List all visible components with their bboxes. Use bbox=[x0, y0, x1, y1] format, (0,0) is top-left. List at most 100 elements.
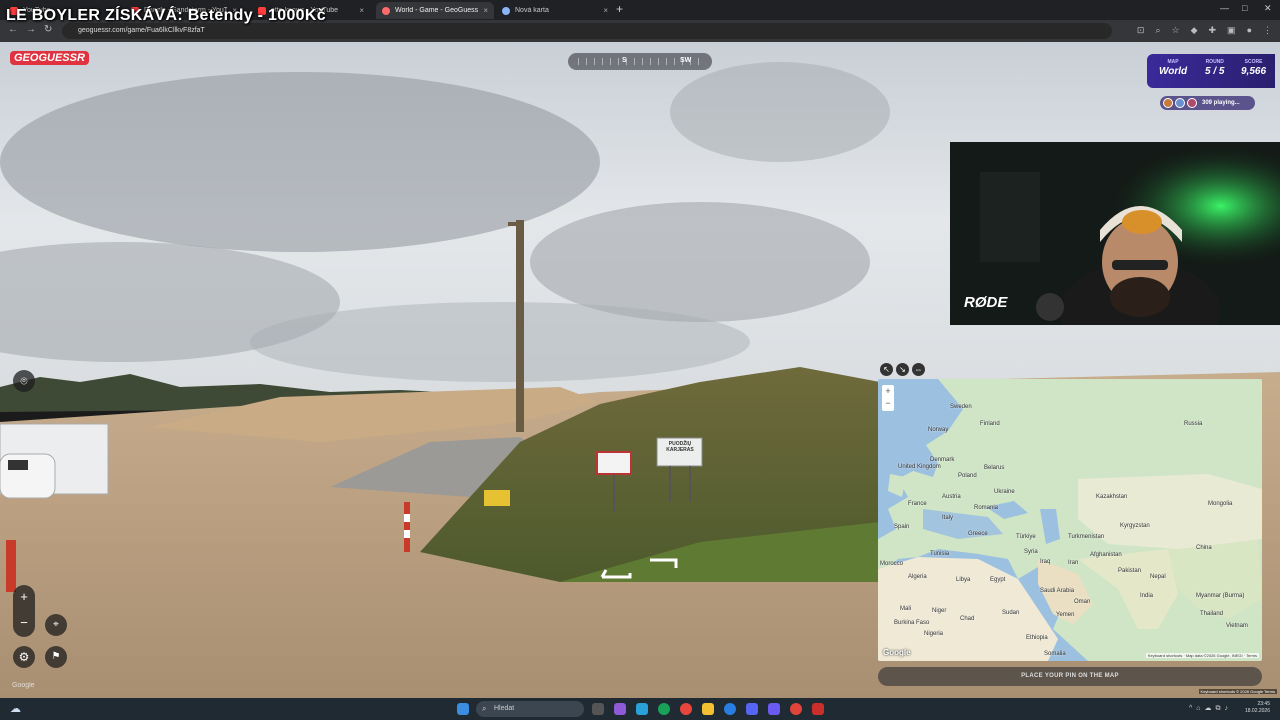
flag-icon[interactable]: ⚑ bbox=[45, 646, 67, 668]
bookmark-star-icon[interactable]: ☆ bbox=[1172, 25, 1180, 36]
app-icon[interactable] bbox=[768, 703, 780, 715]
map-country-label: India bbox=[1140, 593, 1154, 599]
minimize-icon[interactable]: — bbox=[1220, 3, 1229, 13]
round-status: ROUND 5 / 5 bbox=[1205, 59, 1224, 77]
players-online-text: 309 playing... bbox=[1202, 100, 1240, 106]
zoom-icon[interactable]: ⌕ bbox=[1155, 25, 1160, 36]
system-tray[interactable]: ^⌂☁⧉♪ bbox=[1189, 704, 1232, 713]
map-country-label: Ethiopia bbox=[1026, 635, 1048, 641]
map-country-label: Thailand bbox=[1200, 611, 1224, 617]
map-country-label: Spain bbox=[894, 524, 910, 530]
map-country-label: Italy bbox=[942, 515, 954, 521]
map-shrink-icon[interactable]: ↘ bbox=[896, 363, 909, 376]
checkpoint-pin-icon[interactable]: ⌖ bbox=[45, 614, 67, 636]
avatar bbox=[1175, 98, 1185, 108]
map-country-label: Algeria bbox=[908, 574, 927, 580]
chrome-icon[interactable] bbox=[680, 703, 692, 715]
map-expand-icon[interactable]: ↖ bbox=[880, 363, 893, 376]
rode-brand-label: RØDE bbox=[964, 294, 1008, 311]
score-status-value: 9,566 bbox=[1241, 66, 1267, 77]
map-country-label: Afghanistan bbox=[1090, 552, 1122, 558]
app-icon[interactable] bbox=[790, 703, 802, 715]
chrome-icon bbox=[502, 6, 510, 15]
menu-icon[interactable]: ⋮ bbox=[1263, 25, 1272, 36]
close-tab-icon[interactable]: × bbox=[483, 6, 488, 15]
players-online-badge[interactable]: 309 playing... bbox=[1160, 96, 1255, 110]
discord-icon[interactable] bbox=[746, 703, 758, 715]
game-status-panel: MAP World ROUND 5 / 5 SCORE 9,566 bbox=[1147, 54, 1275, 88]
map-country-label: Syria bbox=[1024, 549, 1038, 555]
guess-map[interactable]: + − Sweden Finland Russia Norway United King… bbox=[878, 379, 1262, 661]
task-view-icon[interactable] bbox=[592, 703, 604, 715]
settings-icon[interactable]: ⚙ bbox=[13, 646, 35, 668]
profile-icon[interactable]: ● bbox=[1247, 25, 1252, 36]
round-status-label: ROUND bbox=[1205, 59, 1224, 65]
start-icon[interactable] bbox=[457, 703, 469, 715]
browser-tab[interactable]: Nová karta × bbox=[496, 2, 614, 19]
map-country-label: Kyrgyzstan bbox=[1120, 523, 1150, 529]
sidebar-icon[interactable]: ▣ bbox=[1227, 25, 1236, 36]
map-country-label: Oman bbox=[1074, 599, 1091, 605]
taskbar-clock[interactable]: 23:45 18.02.2026 bbox=[1245, 701, 1270, 715]
map-country-label: Sweden bbox=[950, 404, 972, 410]
app-icon[interactable] bbox=[812, 703, 824, 715]
tab-label: World - Game - GeoGuessr bbox=[395, 7, 479, 14]
zoom-in-button[interactable]: + bbox=[13, 585, 35, 611]
map-country-label: Somalia bbox=[1044, 651, 1066, 657]
map-country-label: Mali bbox=[900, 606, 912, 612]
map-country-label: Myanmar (Burma) bbox=[1196, 593, 1245, 599]
geoguessr-logo[interactable]: GEOGUESSR bbox=[10, 51, 89, 65]
map-country-label: Egypt bbox=[990, 577, 1006, 583]
taskbar-search-placeholder: Hledat bbox=[494, 705, 515, 712]
score-status: SCORE 9,566 bbox=[1241, 59, 1266, 77]
guess-button[interactable]: PLACE YOUR PIN ON THE MAP bbox=[878, 667, 1262, 686]
map-country-label: Romania bbox=[974, 505, 999, 511]
back-icon[interactable]: ← bbox=[8, 24, 18, 35]
copilot-icon[interactable] bbox=[614, 703, 626, 715]
map-toolbar: ↖ ↘ ⇔ bbox=[880, 363, 925, 376]
map-pin-icon[interactable]: ⇔ bbox=[912, 363, 925, 376]
extension-icon[interactable]: ◆ bbox=[1191, 25, 1198, 36]
clock-time: 23:45 bbox=[1257, 701, 1270, 707]
map-country-label: Libya bbox=[956, 577, 971, 583]
new-tab-button[interactable]: + bbox=[616, 3, 623, 15]
app-icon[interactable] bbox=[724, 703, 736, 715]
clock-date: 18.02.2026 bbox=[1244, 708, 1270, 714]
map-zoom-out-button[interactable]: − bbox=[882, 397, 894, 409]
close-window-icon[interactable]: ✕ bbox=[1264, 3, 1272, 14]
map-country-label: Austria bbox=[942, 494, 961, 500]
map-country-label: Kazakhstan bbox=[1096, 494, 1128, 500]
map-country-label: Nepal bbox=[1150, 574, 1166, 580]
map-country-label: Denmark bbox=[930, 457, 955, 463]
forward-icon[interactable]: → bbox=[26, 24, 36, 35]
map-country-label: China bbox=[1196, 545, 1212, 551]
browser-tab-active[interactable]: World - Game - GeoGuessr × bbox=[376, 2, 494, 19]
url-field[interactable]: geoguessr.com/game/Fua6lkCllkvF8zfaT bbox=[62, 23, 1112, 39]
map-status-label: MAP bbox=[1167, 59, 1179, 65]
zoom-controls: + − bbox=[13, 585, 35, 637]
zoom-out-button[interactable]: − bbox=[13, 611, 35, 637]
map-country-label: Nigeria bbox=[924, 631, 944, 637]
store-icon[interactable] bbox=[636, 703, 648, 715]
extension-icons: ⊡ ⌕ ☆ ◆ ✚ ▣ ● ⋮ bbox=[1137, 25, 1272, 36]
map-country-label: Türkiye bbox=[1016, 534, 1036, 540]
close-tab-icon[interactable]: × bbox=[359, 6, 364, 15]
puzzle-icon[interactable]: ✚ bbox=[1209, 25, 1217, 36]
maximize-icon[interactable]: □ bbox=[1242, 3, 1247, 13]
translate-icon[interactable]: ⊡ bbox=[1137, 25, 1145, 36]
avatar bbox=[1163, 98, 1173, 108]
taskbar-search[interactable]: ⌕ Hledat bbox=[476, 701, 584, 717]
map-status-value: World bbox=[1159, 66, 1188, 77]
reload-icon[interactable]: ↻ bbox=[44, 24, 52, 35]
search-icon: ⌕ bbox=[482, 704, 487, 713]
map-zoom-in-button[interactable]: + bbox=[882, 385, 894, 397]
weather-icon[interactable]: ☁ bbox=[10, 702, 21, 715]
file-explorer-icon[interactable] bbox=[702, 703, 714, 715]
map-country-label: France bbox=[908, 501, 927, 507]
compass-heading-right: SW bbox=[680, 57, 692, 64]
map-country-label: Russia bbox=[1184, 421, 1203, 427]
map-country-label: Turkmenistan bbox=[1068, 534, 1105, 540]
close-tab-icon[interactable]: × bbox=[603, 6, 608, 15]
return-to-start-icon[interactable]: ⌾ bbox=[13, 370, 35, 392]
edge-icon[interactable] bbox=[658, 703, 670, 715]
